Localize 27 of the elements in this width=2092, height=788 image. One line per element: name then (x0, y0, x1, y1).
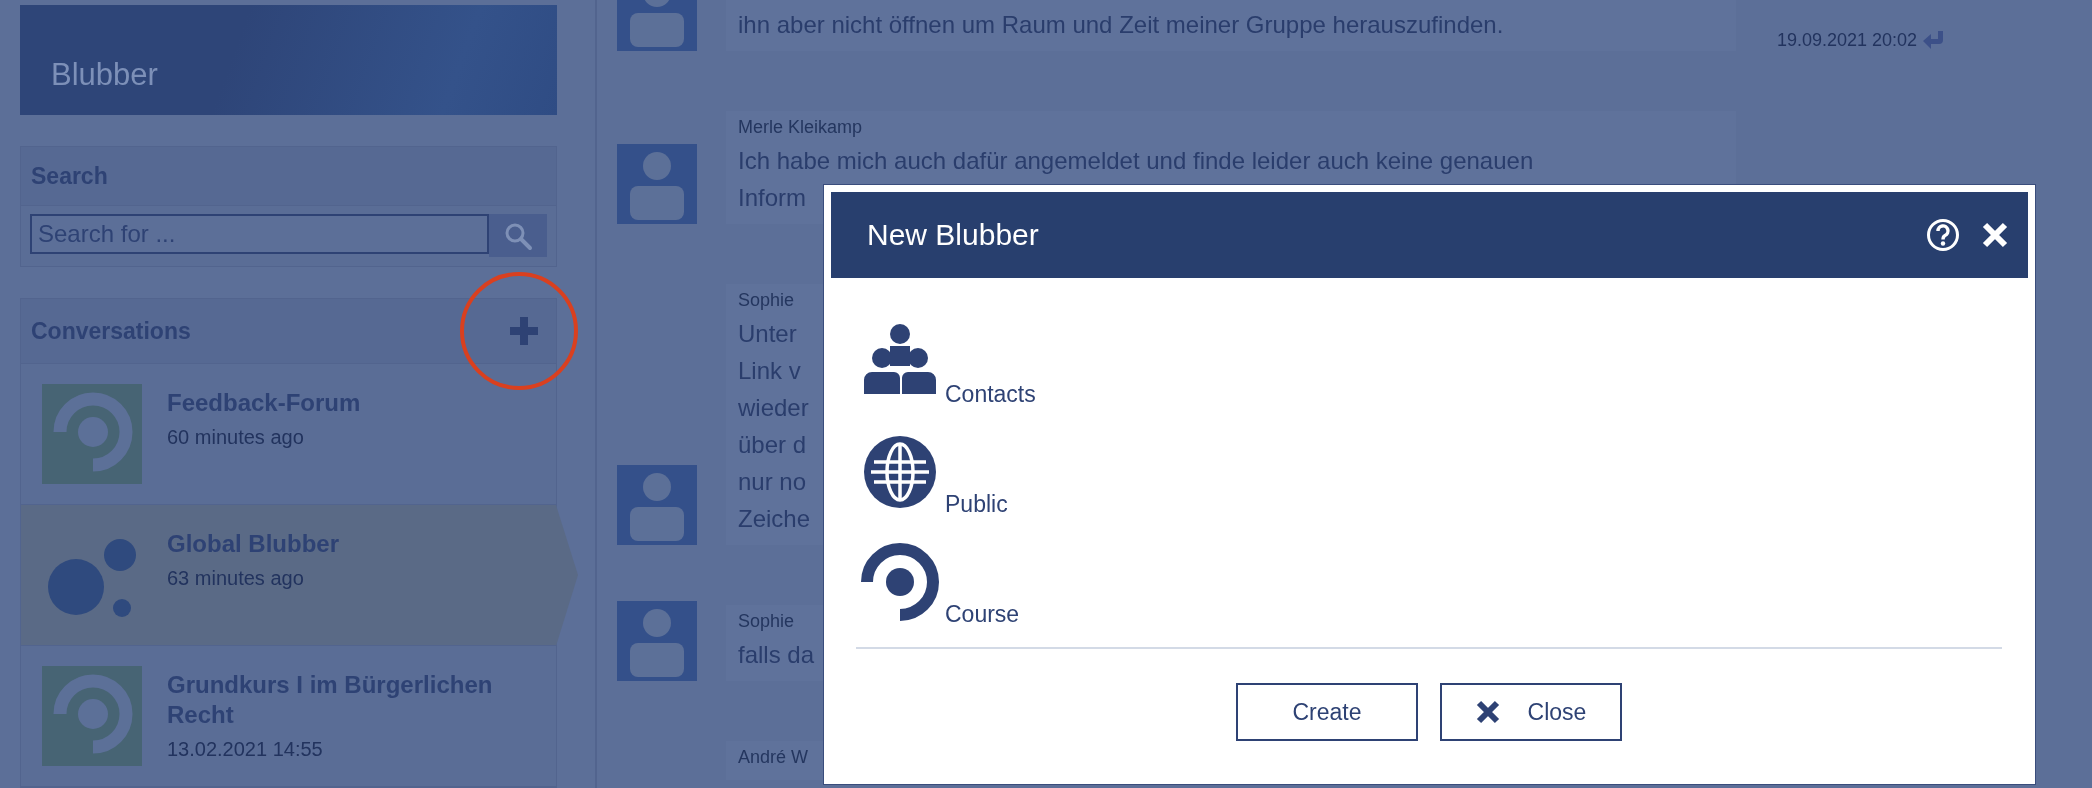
option-item[interactable]: Contacts (860, 294, 2028, 402)
close-icon[interactable] (1982, 222, 2008, 248)
create-button[interactable]: Create (1236, 683, 1418, 741)
message-author: André W (738, 747, 809, 768)
avatar-icon (617, 144, 697, 224)
plus-icon (510, 317, 538, 345)
message-author: Sophie (738, 611, 795, 632)
message-time: 19.09.2021 20:02 (1777, 30, 1918, 51)
course-icon (42, 384, 142, 484)
close-button[interactable]: Close (1440, 683, 1622, 741)
add-button[interactable] (510, 317, 538, 345)
search-button[interactable] (489, 214, 547, 257)
close-icon (1475, 700, 1500, 724)
conversation-time: 60 minutes ago (167, 426, 305, 449)
course-icon (42, 666, 142, 766)
help-icon[interactable] (1926, 218, 1960, 252)
conversation-time: 63 minutes ago (167, 567, 305, 590)
page-title: Blubber (51, 57, 158, 93)
option-item[interactable]: Public (860, 404, 2028, 512)
avatar-icon (617, 465, 697, 545)
conversation-time: 13.02.2021 14:55 (167, 738, 324, 761)
message-author: Merle Kleikamp (738, 117, 863, 138)
dialog-title: New Blubber (867, 218, 1040, 252)
course-icon (860, 542, 940, 622)
message-author: Sophie (738, 290, 795, 311)
option-item[interactable]: Course (860, 514, 2028, 622)
avatar-icon (617, 601, 697, 681)
